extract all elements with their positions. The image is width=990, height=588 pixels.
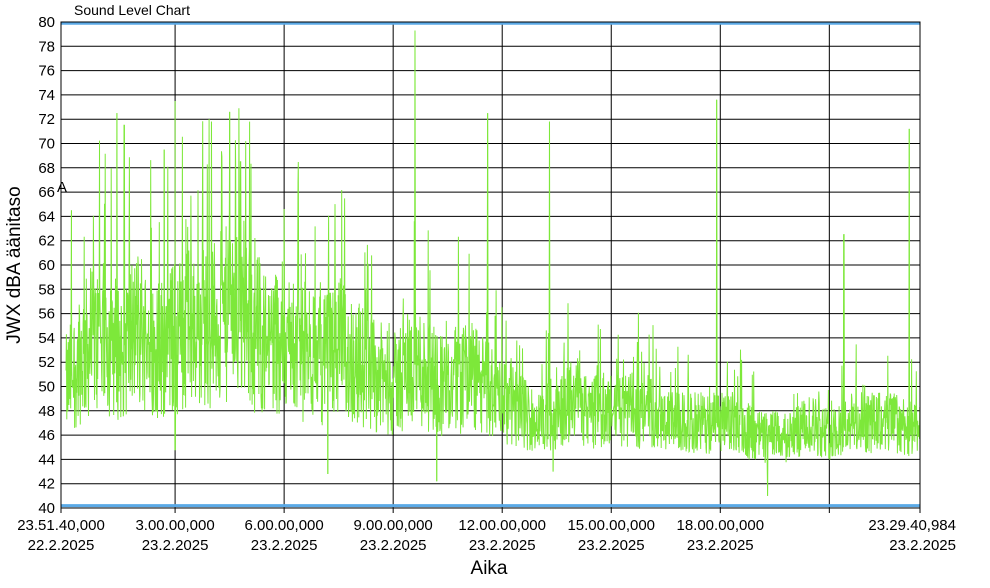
y-tick-label: 58: [38, 281, 55, 298]
y-tick-label: 60: [38, 257, 55, 274]
x-tick-time: 23.51.40,000: [17, 517, 105, 534]
y-tick-labels: 40 42 44 46 48 50 52 54 56 58 60 62 64 66 68 70 72 74 76 78…: [38, 14, 55, 517]
x-tick-time: 6.00.00,000: [245, 517, 324, 534]
x-tick-date: 23.2.2025: [578, 537, 645, 554]
y-tick-label: 62: [38, 233, 55, 250]
y-tick-label: 40: [38, 500, 55, 517]
y-tick-label: 42: [38, 476, 55, 493]
x-tick-date: 23.2.2025: [687, 537, 754, 554]
y-tick-label: 76: [38, 63, 55, 80]
x-tick-date: 23.2.2025: [142, 537, 209, 554]
y-tick-label: 46: [38, 427, 55, 444]
y-tick-label: 78: [38, 38, 55, 55]
x-tick-time: 12.00.00,000: [458, 517, 546, 534]
x-tick-time: 9.00.00,000: [354, 517, 433, 534]
y-tick-label: 56: [38, 306, 55, 323]
x-tick-date: 22.2.2025: [28, 537, 95, 554]
x-tick-time: 3.00.00,000: [135, 517, 214, 534]
y-tick-label: 74: [38, 87, 55, 104]
marker-label: A: [57, 179, 67, 196]
y-tick-label: 66: [38, 184, 55, 201]
y-tick-label: 50: [38, 379, 55, 396]
sound-level-series-line: [65, 30, 921, 496]
x-tick-date: 23.2.2025: [251, 537, 318, 554]
x-tick-time: 18.00.00,000: [676, 517, 764, 534]
x-tick-time: 15.00.00,000: [567, 517, 655, 534]
series-group: [65, 30, 921, 496]
sound-level-chart: Sound Level Chart 40 42 44 46 48 50 52 54 56 58 60…: [4, 2, 956, 579]
x-tick-date: 23.2.2025: [469, 537, 536, 554]
y-tick-label: 70: [38, 136, 55, 153]
y-tick-label: 64: [38, 208, 55, 225]
y-tick-label: 52: [38, 354, 55, 371]
y-tick-label: 68: [38, 160, 55, 177]
y-axis-label: JWX dBA äänitaso: [4, 186, 25, 343]
x-tick-date: 23.2.2025: [889, 537, 956, 554]
x-axis-label: Aika: [471, 558, 508, 579]
y-tick-label: 48: [38, 403, 55, 420]
y-tick-label: 72: [38, 111, 55, 128]
y-tick-label: 54: [38, 330, 55, 347]
x-tick-time: 23.29.40,984: [868, 517, 956, 534]
x-tick-date: 23.2.2025: [360, 537, 427, 554]
y-tick-label: 44: [38, 451, 55, 468]
chart-title: Sound Level Chart: [74, 2, 190, 18]
y-tick-label: 80: [38, 14, 55, 31]
x-tick-labels: 23.51.40,000 22.2.2025 3.00.00,000 23.2.202…: [17, 517, 956, 554]
